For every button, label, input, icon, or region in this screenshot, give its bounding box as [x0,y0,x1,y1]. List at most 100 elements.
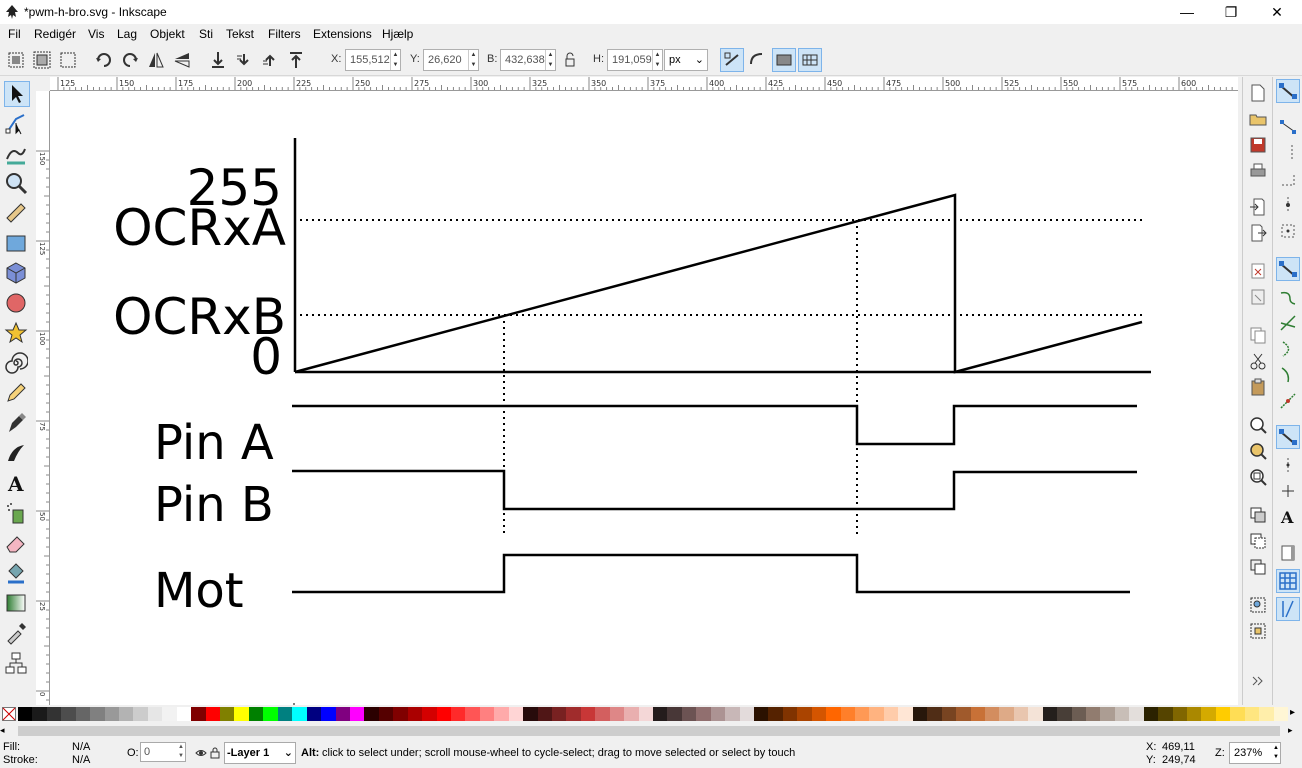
eraser-tool[interactable] [4,531,30,557]
palette-swatch[interactable] [782,707,798,721]
palette-swatch[interactable] [1129,707,1145,721]
pen-tool[interactable] [4,411,30,437]
pin-b-waveform[interactable] [292,469,1137,511]
palette-swatch[interactable] [667,707,683,721]
menu-extensions[interactable]: Extensions [313,27,372,41]
duplicate-icon[interactable] [1248,505,1268,525]
import-icon[interactable] [1248,197,1268,217]
snap-text-baseline-icon[interactable]: A [1278,507,1298,527]
palette-swatch[interactable] [335,707,351,721]
snap-cusp-nodes-icon[interactable] [1278,339,1298,359]
palette-swatch[interactable] [479,707,495,721]
y-spinner-arrows-icon[interactable]: ▲ ▼ [468,50,478,70]
palette-swatch[interactable] [1186,707,1202,721]
close-button[interactable]: ✕ [1254,0,1300,24]
scrollbar-thumb[interactable] [18,726,1280,736]
snap-bbox-corners-icon[interactable] [1278,169,1298,189]
lower-to-bottom-icon[interactable] [208,50,228,70]
palette-swatch[interactable] [436,707,452,721]
label-pin-b[interactable]: Pin B [154,477,274,533]
redo-icon[interactable] [1248,287,1268,307]
palette-swatch[interactable] [407,707,423,721]
unlink-clone-icon[interactable] [1248,557,1268,577]
layer-select[interactable]: -Layer 1 ⌄ [224,742,296,764]
label-ocrxa[interactable]: OCRxA [113,199,286,257]
palette-swatch[interactable] [826,707,842,721]
palette-swatch[interactable] [220,707,235,721]
connector-tool[interactable] [4,651,30,677]
snap-bbox-icon[interactable] [1278,117,1298,137]
palette-swatch[interactable] [263,707,279,721]
fill-value[interactable]: N/A [72,741,90,753]
palette-swatch[interactable] [1013,707,1029,721]
snap-bbox-centers-icon[interactable] [1278,221,1298,241]
palette-swatch[interactable] [191,707,207,721]
raise-to-top-icon[interactable] [286,50,306,70]
menu-objekt[interactable]: Objekt [150,27,185,41]
menu-filters[interactable]: Filters [268,27,301,41]
palette-swatch[interactable] [984,707,1000,721]
zoom-tool[interactable] [4,171,30,197]
move-gradients-toggle[interactable] [772,48,796,72]
spiral-tool[interactable] [4,351,30,377]
palette-swatch[interactable] [1273,707,1289,721]
palette-swatch[interactable] [999,707,1015,721]
palette-swatch[interactable] [61,707,77,721]
paint-bucket-tool[interactable] [4,561,30,587]
scroll-left-icon[interactable]: ◂ [0,725,12,737]
menu-fil[interactable]: Fil [8,27,21,41]
x-spinner-arrows-icon[interactable]: ▲ ▼ [390,50,400,70]
palette-swatch[interactable] [696,707,712,721]
vertical-ruler[interactable]: 150 125 100 75 50 25 0 [36,91,50,705]
paste-icon[interactable] [1248,377,1268,397]
stroke-value[interactable]: N/A [72,754,90,766]
menu-hjaelp[interactable]: Hjælp [382,27,413,41]
palette-swatch[interactable] [653,707,668,721]
deselect-icon[interactable] [58,50,78,70]
palette-swatch[interactable] [710,707,726,721]
tweak-tool[interactable] [4,141,30,167]
zoom-selection-icon[interactable] [1248,415,1268,435]
palette-swatch[interactable] [1057,707,1072,721]
palette-swatch[interactable] [941,707,957,721]
calligraphy-tool[interactable] [4,441,30,467]
palette-swatch[interactable] [1042,707,1058,721]
select-all-layers-icon[interactable] [32,50,52,70]
clone-icon[interactable] [1248,531,1268,551]
palette-swatch[interactable] [349,707,365,721]
palette-swatch[interactable] [46,707,62,721]
palette-swatch[interactable] [580,707,596,721]
palette-swatch[interactable] [364,707,380,721]
zoom-page-icon[interactable] [1248,467,1268,487]
palette-swatch[interactable] [595,707,611,721]
zoom-drawing-icon[interactable] [1248,441,1268,461]
scale-stroke-toggle[interactable] [720,48,744,72]
palette-swatch[interactable] [768,707,784,721]
ungroup-icon[interactable] [1248,621,1268,641]
more-commands-chevron-icon[interactable] [1248,673,1268,689]
snap-smooth-nodes-icon[interactable] [1278,365,1298,385]
menu-vis[interactable]: Vis [88,27,104,41]
snap-object-centers-icon[interactable] [1278,455,1298,475]
y-input[interactable]: 26,620 ▲ ▼ [423,49,479,71]
palette-swatch[interactable] [147,707,163,721]
lock-proportions-icon[interactable] [562,50,578,70]
snap-nodes-toggle[interactable] [1276,257,1300,281]
palette-swatch[interactable] [1215,707,1231,721]
palette-swatch[interactable] [811,707,827,721]
horizontal-ruler[interactable]: 125 150 175 200 225 250 275 300 325 350 375 400 425 4… [50,77,1238,91]
palette-swatch[interactable] [277,707,293,721]
star-tool[interactable] [4,321,30,347]
snap-paths-icon[interactable] [1278,287,1298,307]
palette-swatch[interactable] [162,707,178,721]
palette-swatch[interactable] [840,707,856,721]
export-icon[interactable] [1248,223,1268,243]
palette-swatch[interactable] [306,707,322,721]
sawtooth-counter-line[interactable] [294,193,1143,374]
palette-swatch[interactable] [104,707,120,721]
palette-swatch[interactable] [321,707,336,721]
width-spinner-arrows-icon[interactable]: ▲ ▼ [545,50,555,70]
palette-swatch[interactable] [18,707,33,721]
flip-horizontal-icon[interactable] [146,50,166,70]
palette-swatch[interactable] [566,707,582,721]
